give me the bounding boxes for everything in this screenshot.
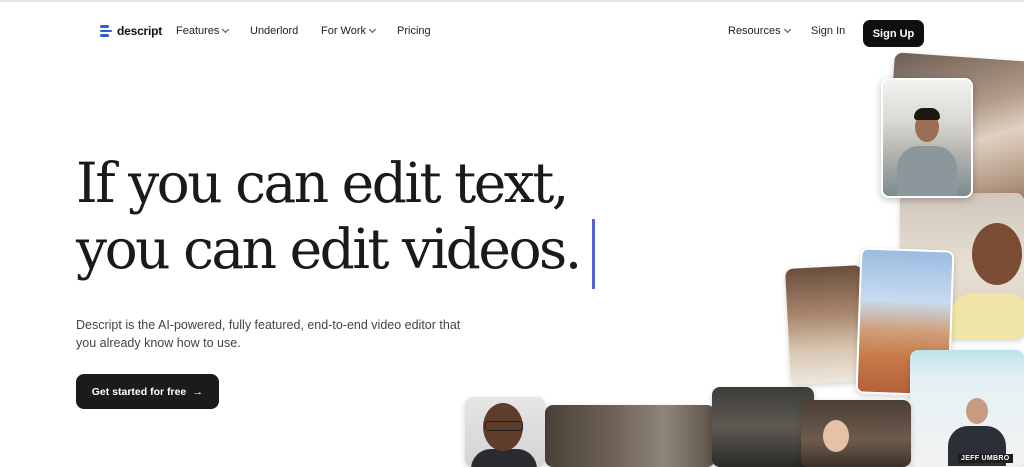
video-thumbnail-man-glasses [465, 397, 545, 467]
person-clothing [897, 146, 957, 196]
person-figure [972, 223, 1022, 285]
text-cursor-caret [592, 219, 595, 289]
video-thumbnail-man-gray-shirt [881, 78, 973, 198]
top-border [0, 0, 1024, 2]
nav-features-label: Features [176, 25, 220, 37]
nav-for-work[interactable]: For Work [321, 25, 377, 37]
person-figure [966, 398, 988, 424]
chevron-down-icon [368, 25, 377, 34]
logo-text: descript [117, 24, 163, 38]
nav-underlord[interactable]: Underlord [250, 25, 298, 37]
hero-headline: If you can edit text, you can edit video… [76, 150, 582, 282]
get-started-label: Get started for free [91, 385, 187, 398]
nav-for-work-label: For Work [321, 25, 367, 37]
nav-resources[interactable]: Resources [728, 25, 791, 37]
headline-line-2: you can edit videos. [76, 217, 582, 281]
video-thumbnail-headphones [801, 400, 911, 467]
nav-underlord-label: Underlord [250, 25, 299, 37]
hero-subcopy: Descript is the AI-powered, fully featur… [76, 318, 461, 350]
name-tag: JEFF UMBRO [958, 454, 1013, 463]
arrow-right-icon: → [192, 385, 204, 398]
descript-logo[interactable]: descript [100, 24, 162, 38]
headline-line-1: If you can edit text, [76, 151, 569, 215]
video-thumbnail-jeff: JEFF UMBRO [910, 350, 1024, 467]
video-thumbnail-room [545, 405, 715, 467]
top-navigation: descript Features Underlord For Work Pri… [0, 14, 1024, 52]
get-started-button[interactable]: Get started for free → [76, 374, 219, 409]
video-thumbnail-lamp [712, 387, 814, 467]
person-clothing [950, 293, 1024, 339]
sign-in-link[interactable]: Sign In [811, 25, 845, 37]
chevron-down-icon [222, 25, 230, 34]
person-clothing [471, 449, 537, 467]
nav-resources-label: Resources [728, 25, 781, 37]
sign-up-button[interactable]: Sign Up [863, 20, 924, 47]
glasses-icon [485, 421, 523, 431]
descript-logo-icon [100, 24, 112, 38]
nav-pricing[interactable]: Pricing [397, 25, 431, 37]
person-hair [914, 108, 940, 120]
sign-up-label: Sign Up [872, 27, 915, 40]
nav-features[interactable]: Features [176, 25, 230, 37]
nav-pricing-label: Pricing [397, 25, 431, 37]
chevron-down-icon [783, 25, 791, 34]
sign-in-label: Sign In [811, 25, 846, 37]
person-figure [823, 420, 849, 452]
